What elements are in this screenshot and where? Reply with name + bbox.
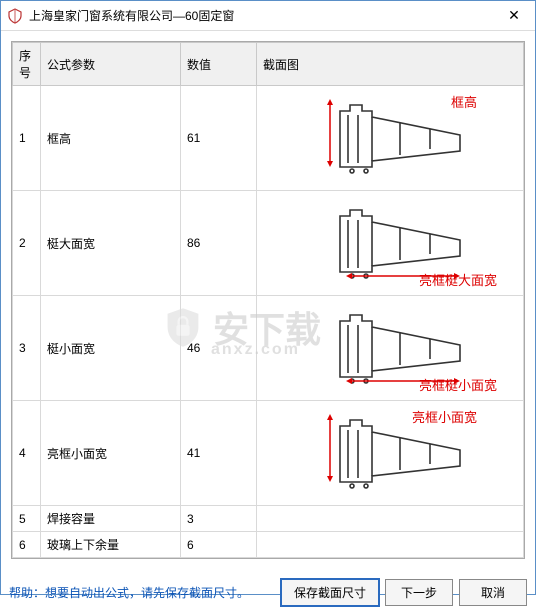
footer: 帮助：想要自动出公式，请先保存截面尺寸。 保存截面尺寸 下一步 取消: [1, 569, 535, 614]
col-header-param: 公式参数: [41, 43, 181, 86]
cell-index: 3: [13, 296, 41, 401]
cell-index: 4: [13, 401, 41, 506]
next-button[interactable]: 下一步: [385, 579, 453, 606]
table-container: 序号 公式参数 数值 截面图 1 框高 61: [11, 41, 525, 559]
app-icon: [7, 8, 23, 24]
cell-param: 玻璃上下余量: [41, 532, 181, 558]
cell-index: 5: [13, 506, 41, 532]
cell-param: 焊接容量: [41, 506, 181, 532]
table-row[interactable]: 4 亮框小面宽 41 亮框小面宽: [13, 401, 524, 506]
content-area: 序号 公式参数 数值 截面图 1 框高 61: [1, 31, 535, 569]
cell-value: 86: [181, 191, 257, 296]
cell-image: 亮框梃大面宽: [257, 191, 524, 296]
cell-value: 41: [181, 401, 257, 506]
table-row[interactable]: 2 梃大面宽 86 亮框梃大面宽: [13, 191, 524, 296]
cell-value: 61: [181, 86, 257, 191]
col-header-value: 数值: [181, 43, 257, 86]
profile-diagram: 亮框梃大面宽: [263, 195, 517, 291]
table-row[interactable]: 3 梃小面宽 46 亮框梃小面宽: [13, 296, 524, 401]
cell-image: [257, 532, 524, 558]
profile-diagram: 亮框梃小面宽: [263, 300, 517, 396]
save-button[interactable]: 保存截面尺寸: [281, 579, 379, 606]
cell-value: 46: [181, 296, 257, 401]
cell-index: 6: [13, 532, 41, 558]
cell-value: 3: [181, 506, 257, 532]
cell-image: 亮框小面宽: [257, 401, 524, 506]
cell-param: 框高: [41, 86, 181, 191]
cell-image: 框高: [257, 86, 524, 191]
cell-value: 6: [181, 532, 257, 558]
window-title: 上海皇家门窗系统有限公司—60固定窗: [29, 7, 493, 24]
cell-param: 亮框小面宽: [41, 401, 181, 506]
table-row[interactable]: 6 玻璃上下余量 6: [13, 532, 524, 558]
params-table: 序号 公式参数 数值 截面图 1 框高 61: [12, 42, 524, 558]
cancel-button[interactable]: 取消: [459, 579, 527, 606]
table-row[interactable]: 1 框高 61 框高: [13, 86, 524, 191]
titlebar: 上海皇家门窗系统有限公司—60固定窗 ✕: [1, 1, 535, 31]
app-window: 上海皇家门窗系统有限公司—60固定窗 ✕ 序号 公式参数 数值 截面图: [0, 0, 536, 595]
help-text: 帮助：想要自动出公式，请先保存截面尺寸。: [9, 584, 275, 601]
profile-diagram: 亮框小面宽: [263, 405, 517, 501]
table-header-row: 序号 公式参数 数值 截面图: [13, 43, 524, 86]
cell-image: [257, 506, 524, 532]
profile-diagram: 框高: [263, 90, 517, 186]
col-header-index: 序号: [13, 43, 41, 86]
cell-param: 梃大面宽: [41, 191, 181, 296]
table-row[interactable]: 5 焊接容量 3: [13, 506, 524, 532]
cell-image: 亮框梃小面宽: [257, 296, 524, 401]
col-header-image: 截面图: [257, 43, 524, 86]
close-button[interactable]: ✕: [493, 1, 535, 31]
table-scroll[interactable]: 序号 公式参数 数值 截面图 1 框高 61: [12, 42, 524, 558]
cell-param: 梃小面宽: [41, 296, 181, 401]
cell-index: 1: [13, 86, 41, 191]
cell-index: 2: [13, 191, 41, 296]
